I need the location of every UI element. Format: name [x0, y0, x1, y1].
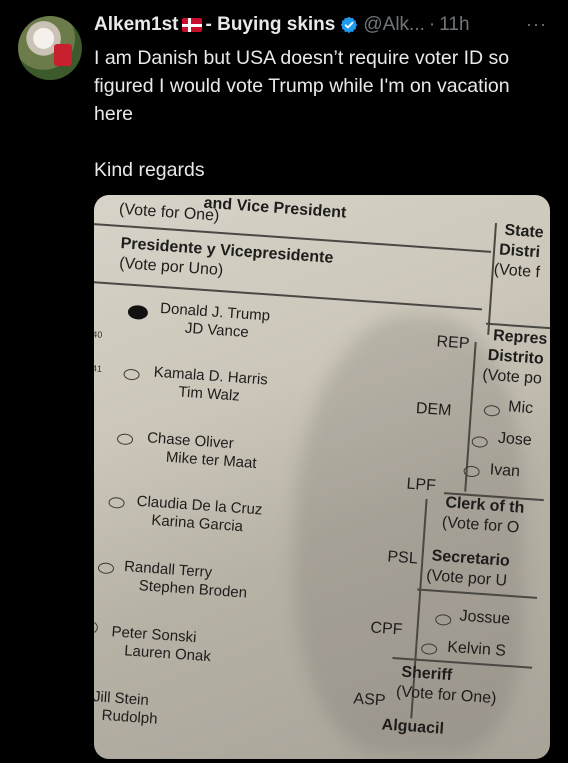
right-secretario-vote: (Vote por U: [425, 567, 508, 590]
ballot-rule: [94, 280, 483, 310]
right-sheriff: Sheriff: [400, 663, 453, 685]
ballot-oval: [483, 404, 501, 417]
ballot-oval: [108, 496, 125, 509]
user-avatar[interactable]: [18, 16, 82, 80]
right-option-2: Jose: [497, 429, 533, 450]
candidate-2-running-mate: Tim Walz: [177, 383, 241, 405]
more-options-icon[interactable]: ···: [526, 14, 547, 35]
ballot-oval: [94, 621, 99, 634]
separator-dot: ·: [428, 14, 436, 35]
right-option-4: Jossue: [458, 607, 511, 629]
handle[interactable]: @Alk...: [363, 14, 425, 36]
row-number: 40: [94, 329, 103, 340]
ballot-header-top: and Vice President: [203, 195, 347, 222]
right-option-3: Ivan: [489, 461, 521, 481]
ballot-oval: [97, 562, 115, 575]
ballot-rule: [417, 588, 538, 599]
right-vote-po: (Vote po: [481, 366, 543, 388]
right-option-1: Mic: [507, 398, 534, 418]
ballot-oval: [116, 433, 134, 446]
tweet-text-signoff: Kind regards: [94, 159, 205, 181]
candidate-5-running-mate: Stephen Broden: [138, 577, 248, 602]
right-repres: Repres: [492, 327, 548, 348]
candidate-3-name: Chase Oliver: [146, 429, 235, 453]
candidate-2-party: DEM: [415, 399, 452, 420]
verified-badge-icon: [341, 16, 358, 34]
candidate-6-running-mate: Lauren Onak: [123, 642, 212, 666]
candidate-4-party: PSL: [386, 548, 419, 568]
timestamp[interactable]: 11h: [439, 14, 469, 36]
right-alguacil: Alguacil: [381, 716, 445, 738]
candidate-5-party: CPF: [369, 619, 403, 639]
display-name[interactable]: Alkem1st: [94, 14, 179, 36]
right-state: State: [503, 221, 545, 242]
ballot-oval: [471, 435, 489, 449]
candidate-1-party: REP: [436, 333, 471, 353]
ballot-oval: [420, 642, 438, 656]
candidate-3-party: LPF: [406, 475, 437, 495]
right-option-5: Kelvin S: [446, 638, 507, 660]
right-distri: Distri: [498, 241, 541, 262]
right-clerk-vote: (Vote for O: [441, 514, 520, 537]
denmark-flag-icon: [181, 18, 202, 32]
tweet-header: Alkem1st - Buying skins @Alk... · 11h: [94, 14, 470, 36]
tweet-text-body: I am Danish but USA doesn’t require vote…: [94, 47, 510, 125]
candidate-7-running-mate: Rudolph: [101, 706, 159, 728]
ballot-oval: [463, 465, 480, 478]
tweet-photo[interactable]: and Vice President (Vote for One) Presid…: [94, 195, 550, 759]
ballot-oval: [123, 368, 140, 381]
right-distrito: Distrito: [487, 346, 545, 368]
candidate-1-running-mate: JD Vance: [184, 319, 250, 342]
ballot-oval: [434, 613, 452, 626]
candidate-5-name: Randall Terry: [123, 558, 213, 582]
ballot-oval-filled: [127, 304, 149, 321]
candidate-6-party: ASP: [352, 690, 387, 710]
right-vote-f: (Vote f: [493, 261, 541, 282]
row-number: 41: [94, 363, 103, 374]
avatar-shirt: [54, 44, 72, 66]
tweet-text: I am Danish but USA doesn’t require vote…: [94, 44, 554, 184]
ballot-image: and Vice President (Vote for One) Presid…: [94, 195, 550, 759]
candidate-3-running-mate: Mike ter Maat: [165, 448, 258, 472]
display-name-suffix[interactable]: - Buying skins: [206, 14, 336, 36]
